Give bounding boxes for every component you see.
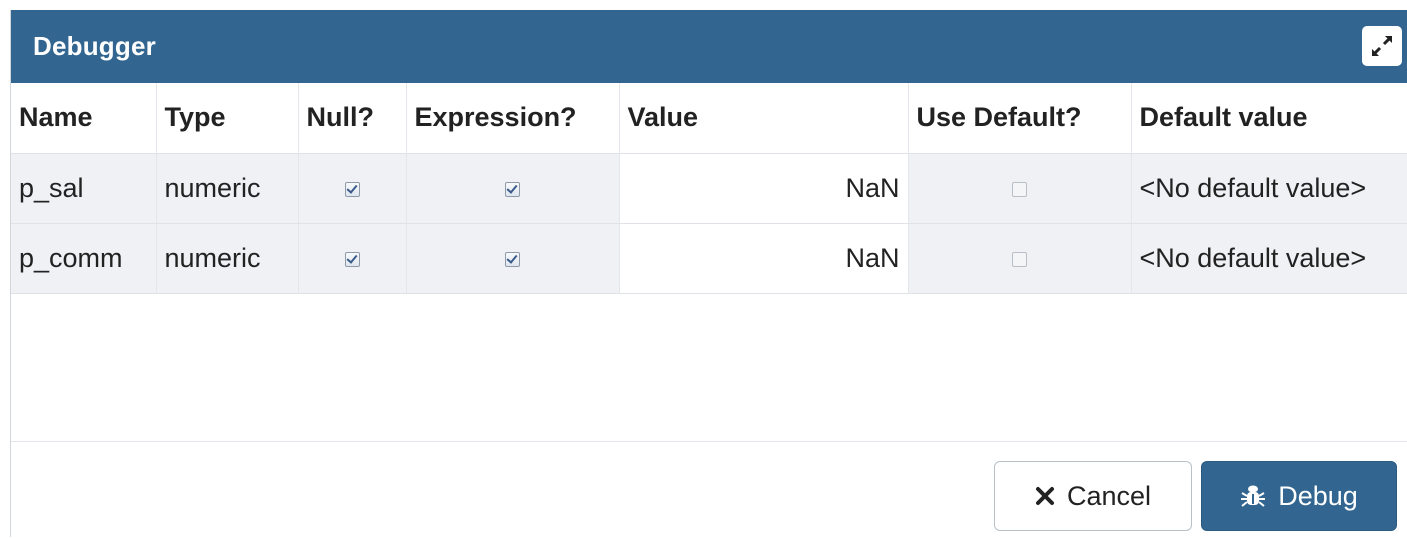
arguments-table: Name Type Null? Expression? Value Use De… [11,83,1407,294]
cell-name: p_sal [11,153,157,224]
debug-label: Debug [1278,480,1358,511]
cell-value[interactable]: NaN [619,223,909,294]
expression-checkbox[interactable] [505,251,520,267]
column-header-null[interactable]: Null? [298,83,407,154]
cell-null [298,153,407,224]
debugger-dialog: Debugger Name Type Null? Expression? Val… [10,10,1407,537]
maximize-icon [1371,35,1393,57]
cell-type: numeric [156,153,299,224]
column-header-name[interactable]: Name [11,83,157,154]
null-checkbox[interactable] [344,251,360,267]
use-default-checkbox[interactable] [1012,181,1027,197]
column-header-type[interactable]: Type [156,83,299,154]
cancel-button[interactable]: Cancel [994,461,1192,531]
dialog-titlebar[interactable]: Debugger [11,10,1407,83]
column-header-use-default[interactable]: Use Default? [908,83,1132,154]
dialog-footer: Cancel Debug [11,441,1407,538]
cell-default-value: <No default value> [1131,223,1407,294]
debug-button[interactable]: Debug [1201,461,1397,531]
column-header-default-value[interactable]: Default value [1131,83,1407,154]
cell-default-value: <No default value> [1131,153,1407,224]
cell-name: p_comm [11,223,157,294]
table-row: p_comm numeric NaN <No default value> [11,223,1407,294]
bug-icon [1241,485,1266,507]
cell-use-default [908,223,1132,294]
cell-value[interactable]: NaN [619,153,909,224]
close-icon [1035,487,1054,505]
null-checkbox[interactable] [344,181,360,197]
use-default-checkbox[interactable] [1012,251,1027,267]
column-header-value[interactable]: Value [619,83,909,154]
maximize-button[interactable] [1362,26,1402,66]
cell-null [298,223,407,294]
cancel-label: Cancel [1066,480,1152,511]
cell-expression [406,223,620,294]
expression-checkbox[interactable] [505,181,520,197]
dialog-title: Debugger [33,31,156,61]
table-row: p_sal numeric NaN <No default value> [11,153,1407,224]
table-header-row: Name Type Null? Expression? Value Use De… [11,83,1407,154]
cell-expression [406,153,620,224]
cell-use-default [908,153,1132,224]
column-header-expression[interactable]: Expression? [406,83,620,154]
cell-type: numeric [156,223,299,294]
